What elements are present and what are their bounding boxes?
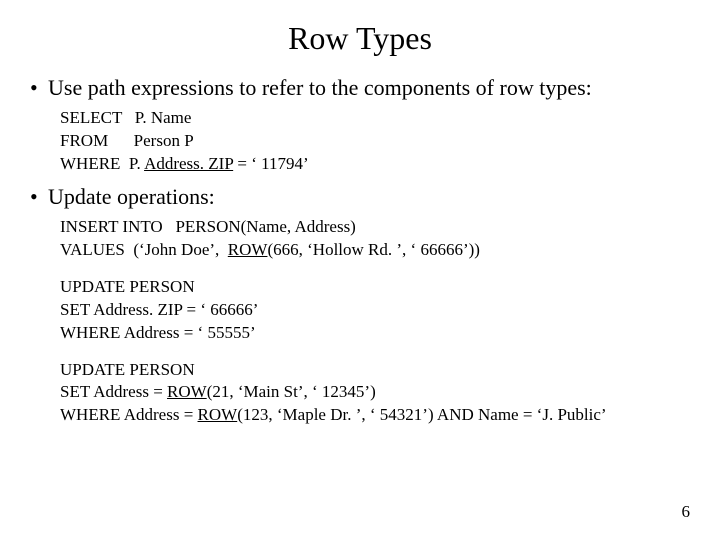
code4-line2a: SET Address = — [60, 382, 167, 401]
code3-line1: UPDATE PERSON — [60, 276, 720, 299]
code4-line2c: (21, ‘Main St’, ‘ 12345’) — [207, 382, 376, 401]
bullet-2: Update operations: — [30, 184, 720, 210]
code-block-1: SELECT P. Name FROM Person P WHERE P. Ad… — [60, 107, 720, 176]
code2-line2c: (666, ‘Hollow Rd. ’, ‘ 66666’)) — [267, 240, 479, 259]
code1-line2: FROM Person P — [60, 131, 194, 150]
bullet-list: Use path expressions to refer to the com… — [30, 75, 720, 101]
code4-line3c: (123, ‘Maple Dr. ’, ‘ 54321’) AND Name =… — [237, 405, 606, 424]
code4-line2b: ROW — [167, 382, 207, 401]
code1-line3c: = ‘ 11794’ — [233, 154, 309, 173]
code-block-3: UPDATE PERSON SET Address. ZIP = ‘ 66666… — [60, 276, 720, 345]
code3-line2: SET Address. ZIP = ‘ 66666’ — [60, 299, 720, 322]
code4-line1: UPDATE PERSON — [60, 359, 720, 382]
code-block-4: UPDATE PERSON SET Address = ROW(21, ‘Mai… — [60, 359, 720, 428]
slide-title: Row Types — [0, 0, 720, 75]
code-block-2: INSERT INTO PERSON(Name, Address) VALUES… — [60, 216, 720, 262]
page-number: 6 — [682, 502, 691, 522]
code1-line3a: WHERE P. — [60, 154, 144, 173]
bullet-1: Use path expressions to refer to the com… — [30, 75, 720, 101]
code3-line3: WHERE Address = ‘ 55555’ — [60, 322, 720, 345]
code1-line1: SELECT P. Name — [60, 108, 191, 127]
bullet-list-2: Update operations: — [30, 184, 720, 210]
code1-line3b: Address. ZIP — [144, 154, 233, 173]
code4-line3a: WHERE Address = — [60, 405, 198, 424]
code2-line1: INSERT INTO PERSON(Name, Address) — [60, 217, 356, 236]
code4-line3b: ROW — [198, 405, 238, 424]
code2-line2b: ROW — [228, 240, 268, 259]
code2-line2a: VALUES (‘John Doe’, — [60, 240, 228, 259]
